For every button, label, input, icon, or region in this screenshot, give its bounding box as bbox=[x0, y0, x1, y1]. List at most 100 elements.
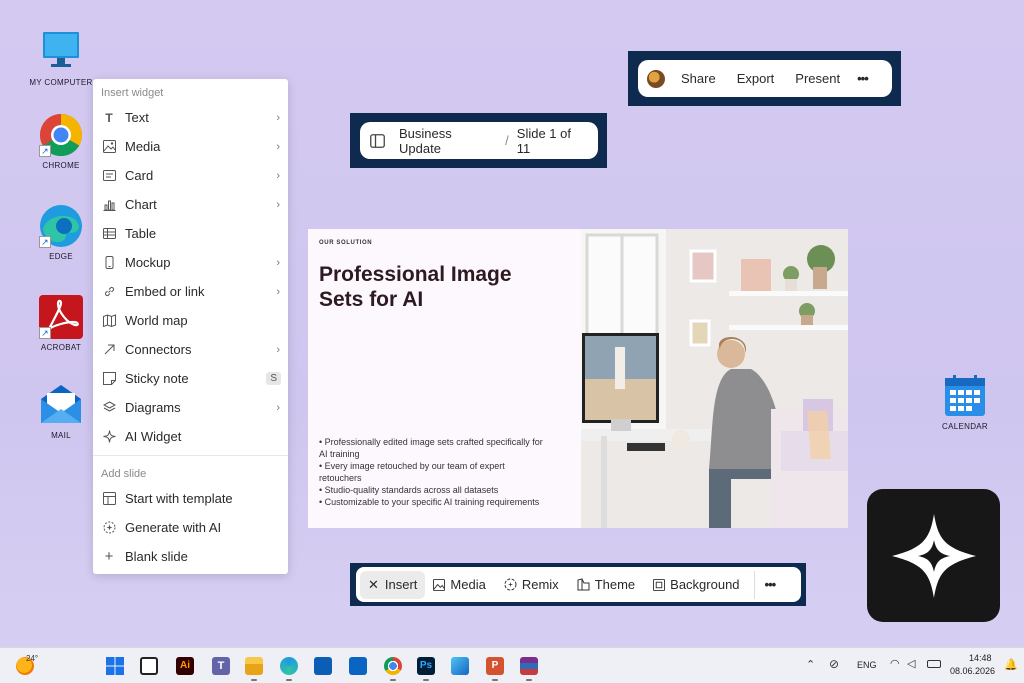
menu-item-generate-with-ai[interactable]: Generate with AI bbox=[93, 513, 288, 542]
battery-icon[interactable] bbox=[927, 660, 941, 668]
volume-icon[interactable]: ◁ bbox=[907, 657, 915, 670]
language-indicator[interactable]: ENG bbox=[857, 660, 877, 670]
app-logo bbox=[867, 489, 1000, 622]
palette-icon bbox=[577, 578, 590, 591]
shortcut-badge: S bbox=[266, 372, 281, 385]
winrar-icon[interactable] bbox=[520, 657, 538, 675]
acrobat-icon: ↗ bbox=[39, 295, 83, 339]
more-options-icon[interactable]: ••• bbox=[857, 71, 869, 86]
template-icon bbox=[101, 491, 117, 507]
task-view-icon[interactable] bbox=[140, 657, 158, 675]
menu-item-mockup[interactable]: Mockup › bbox=[93, 248, 288, 277]
menu-item-ai-widget[interactable]: AI Widget bbox=[93, 422, 288, 451]
breadcrumb: Business Update / Slide 1 of 11 bbox=[360, 122, 598, 159]
menu-item-start-with-template[interactable]: Start with template bbox=[93, 484, 288, 513]
background-button[interactable]: Background bbox=[653, 577, 740, 592]
menu-divider bbox=[93, 455, 288, 456]
sparkle-icon bbox=[101, 429, 117, 445]
slide-kicker[interactable]: OUR SOLUTION bbox=[319, 240, 570, 246]
media-button[interactable]: Media bbox=[433, 577, 486, 592]
desktop-icon-acrobat[interactable]: ↗ ACROBAT bbox=[29, 295, 93, 352]
menu-item-label: Text bbox=[125, 110, 149, 125]
menu-item-text[interactable]: T Text › bbox=[93, 103, 288, 132]
menu-item-label: AI Widget bbox=[125, 429, 182, 444]
photoshop-icon[interactable]: Ps bbox=[417, 657, 435, 675]
menu-item-diagrams[interactable]: Diagrams › bbox=[93, 393, 288, 422]
illustrator-icon[interactable]: Ai bbox=[176, 657, 194, 675]
shortcut-arrow-icon: ↗ bbox=[39, 327, 51, 339]
menu-item-label: Connectors bbox=[125, 342, 192, 357]
desktop-icon-calendar[interactable]: CALENDAR bbox=[933, 374, 997, 431]
text-icon: T bbox=[105, 110, 113, 125]
teams-icon[interactable]: T bbox=[212, 657, 230, 675]
desktop-icon-mail[interactable]: MAIL bbox=[29, 383, 93, 440]
menu-item-media[interactable]: Media › bbox=[93, 132, 288, 161]
chevron-right-icon: › bbox=[276, 285, 280, 298]
map-icon bbox=[101, 313, 117, 329]
chevron-right-icon: › bbox=[276, 256, 280, 269]
background-icon bbox=[653, 578, 666, 591]
start-icon[interactable] bbox=[106, 657, 124, 675]
running-indicator bbox=[251, 679, 257, 681]
chevron-up-icon[interactable]: ⌃ bbox=[806, 658, 815, 671]
breadcrumb-deck-title[interactable]: Business Update bbox=[399, 126, 497, 156]
powerpoint-icon[interactable]: P bbox=[486, 657, 504, 675]
top-toolbar: Share Export Present ••• bbox=[638, 60, 892, 97]
chrome-taskbar-icon[interactable] bbox=[384, 657, 402, 675]
menu-item-world-map[interactable]: World map bbox=[93, 306, 288, 335]
remix-label: Remix bbox=[521, 577, 559, 592]
sparkle-logo-icon bbox=[891, 513, 976, 598]
background-label: Background bbox=[670, 577, 740, 592]
share-button[interactable]: Share bbox=[681, 71, 716, 86]
insert-button[interactable]: ✕ Insert bbox=[360, 570, 426, 599]
desktop-icon-my-computer[interactable]: MY COMPUTER bbox=[29, 30, 93, 87]
breadcrumb-separator: / bbox=[505, 133, 509, 148]
menu-item-label: Diagrams bbox=[125, 400, 181, 415]
menu-item-chart[interactable]: Chart › bbox=[93, 190, 288, 219]
menu-item-label: Start with template bbox=[125, 491, 233, 506]
edge-taskbar-icon[interactable] bbox=[280, 657, 298, 675]
remix-button[interactable]: Remix bbox=[504, 577, 559, 592]
desktop-icon-edge[interactable]: ↗ EDGE bbox=[29, 204, 93, 261]
bullet-item: • Studio-quality standards across all da… bbox=[319, 485, 499, 495]
slide-photo[interactable] bbox=[581, 229, 848, 528]
network-off-icon[interactable]: ⊘ bbox=[829, 657, 839, 671]
more-options-icon[interactable]: ••• bbox=[765, 577, 777, 592]
menu-item-blank-slide[interactable]: + Blank slide bbox=[93, 542, 288, 571]
chevron-right-icon: › bbox=[276, 111, 280, 124]
chevron-right-icon: › bbox=[276, 401, 280, 414]
notification-bell-icon[interactable]: 🔔 bbox=[1004, 658, 1018, 671]
slide-text-panel: OUR SOLUTION Professional Image Sets for… bbox=[308, 229, 581, 528]
chevron-right-icon: › bbox=[276, 198, 280, 211]
arrow-icon bbox=[101, 342, 117, 358]
insert-label: Insert bbox=[384, 577, 418, 592]
shortcut-arrow-icon: ↗ bbox=[39, 236, 51, 248]
clock-date[interactable]: 08.06.2026 bbox=[950, 666, 995, 676]
avatar[interactable] bbox=[647, 69, 665, 88]
running-indicator bbox=[390, 679, 396, 681]
mail-taskbar-icon[interactable] bbox=[349, 657, 367, 675]
photos-icon[interactable] bbox=[451, 657, 469, 675]
menu-item-table[interactable]: Table bbox=[93, 219, 288, 248]
menu-item-sticky-note[interactable]: Sticky note S bbox=[93, 364, 288, 393]
slide-bullets[interactable]: • Professionally edited image sets craft… bbox=[319, 436, 549, 508]
theme-button[interactable]: Theme bbox=[577, 577, 635, 592]
wifi-icon[interactable]: ◠ bbox=[890, 657, 900, 670]
menu-item-card[interactable]: Card › bbox=[93, 161, 288, 190]
clock-time[interactable]: 14:48 bbox=[969, 653, 992, 663]
breadcrumb-slide-indicator[interactable]: Slide 1 of 11 bbox=[517, 126, 588, 156]
present-button[interactable]: Present bbox=[795, 71, 840, 86]
bullet-item: • Customizable to your specific AI train… bbox=[319, 497, 540, 507]
menu-item-label: Sticky note bbox=[125, 371, 189, 386]
store-icon[interactable] bbox=[314, 657, 332, 675]
export-button[interactable]: Export bbox=[737, 71, 775, 86]
file-explorer-icon[interactable] bbox=[245, 657, 263, 675]
add-slide-title: Add slide bbox=[101, 468, 147, 480]
desktop-icon-chrome[interactable]: ↗ CHROME bbox=[29, 113, 93, 170]
menu-item-connectors[interactable]: Connectors › bbox=[93, 335, 288, 364]
menu-item-embed[interactable]: Embed or link › bbox=[93, 277, 288, 306]
layers-icon bbox=[101, 400, 117, 416]
sidebar-toggle-icon[interactable] bbox=[370, 133, 385, 148]
slide-canvas[interactable]: OUR SOLUTION Professional Image Sets for… bbox=[308, 229, 848, 528]
slide-heading[interactable]: Professional Image Sets for AI bbox=[319, 262, 570, 312]
